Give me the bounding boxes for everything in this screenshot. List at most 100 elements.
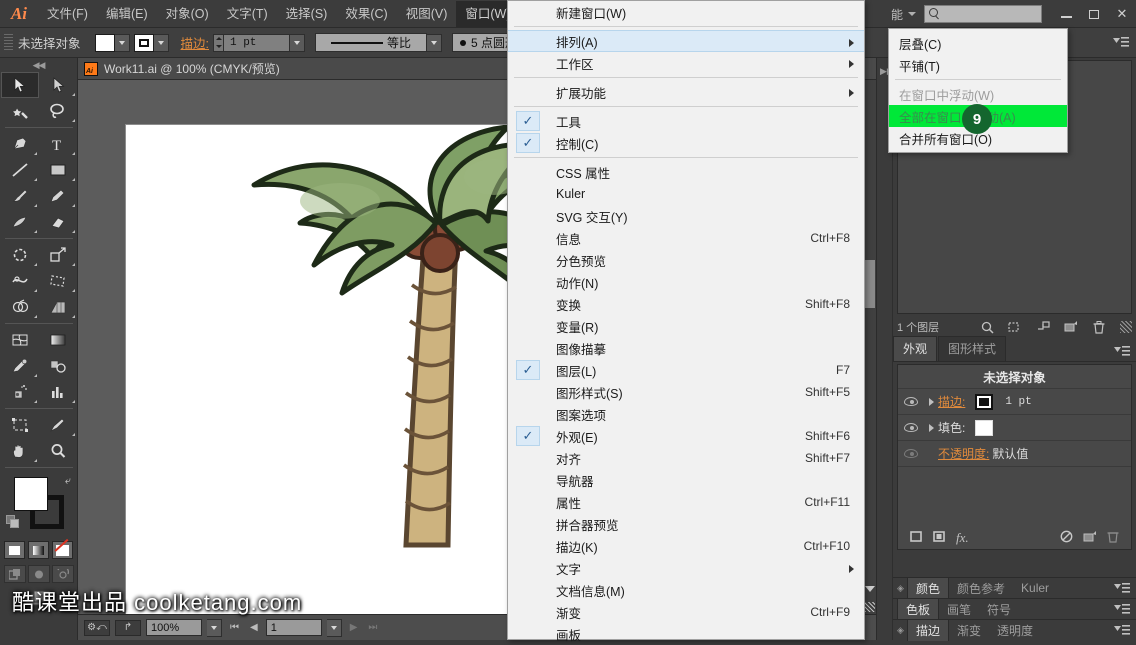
add-new-stroke-icon[interactable] [910, 530, 923, 546]
blend-tool[interactable] [39, 353, 77, 379]
menu-item-6[interactable]: CSS 属性 [508, 161, 864, 183]
pen-tool[interactable] [1, 131, 39, 157]
add-new-fill-icon[interactable] [933, 530, 946, 546]
zoom-dropdown-icon[interactable] [207, 618, 222, 637]
scrollbar-thumb[interactable] [864, 260, 875, 308]
pencil-tool[interactable] [39, 183, 77, 209]
stroke-swatch[interactable] [133, 33, 154, 52]
last-artboard-button[interactable]: ⏭ [365, 622, 380, 633]
artboard[interactable] [126, 125, 569, 614]
none-mode-button[interactable] [52, 541, 73, 559]
mesh-tool[interactable] [1, 327, 39, 353]
chevron-down-icon[interactable] [908, 12, 916, 16]
gradient-tool[interactable] [39, 327, 77, 353]
menu-item-16[interactable]: 图形样式(S) Shift+F5 [508, 381, 864, 403]
expand-stroke-icon[interactable] [924, 398, 938, 406]
menu-view[interactable]: 视图(V) [397, 1, 457, 27]
stroke-row-label[interactable]: 描边: [938, 393, 965, 410]
stroke-row-swatch[interactable] [975, 393, 994, 410]
rotate-tool[interactable] [1, 242, 39, 268]
menu-item-4[interactable]: ✓ 工具 [508, 110, 864, 132]
column-graph-tool[interactable] [39, 379, 77, 405]
first-artboard-button[interactable]: ⏮ [227, 622, 242, 633]
menu-edit[interactable]: 编辑(E) [97, 1, 157, 27]
fill-swatch-group[interactable] [94, 33, 130, 52]
prev-artboard-button[interactable]: ◀ [247, 622, 261, 633]
duplicate-item-icon[interactable] [1083, 530, 1097, 546]
share-icon[interactable]: ↱ [115, 619, 141, 636]
blob-brush-tool[interactable] [1, 209, 39, 235]
visibility-toggle-icon[interactable] [898, 397, 924, 406]
tab-appearance[interactable]: 外观 [893, 336, 938, 361]
scroll-down-icon[interactable] [865, 586, 875, 592]
menu-item-20[interactable]: 导航器 [508, 469, 864, 491]
default-fill-stroke-icon[interactable] [6, 515, 19, 528]
appearance-panel-menu-icon[interactable] [1114, 345, 1130, 360]
stroke-swatch-group[interactable] [133, 33, 169, 52]
opacity-row-label[interactable]: 不透明度: [938, 445, 989, 462]
stroke-weight-field[interactable]: 1 pt [224, 33, 290, 52]
menu-object[interactable]: 对象(O) [157, 1, 218, 27]
rectangle-tool[interactable] [39, 157, 77, 183]
panel-grip-icon[interactable]: ◈ [897, 625, 905, 636]
perspective-grid-tool[interactable] [39, 294, 77, 320]
control-bar-menu-icon[interactable] [1113, 36, 1129, 48]
next-artboard-button[interactable]: ▶ [347, 622, 361, 633]
clear-appearance-icon[interactable] [1060, 530, 1073, 546]
stroke-panel-menu-icon[interactable] [1114, 624, 1130, 639]
tab-graphic-styles[interactable]: 图形样式 [938, 336, 1007, 361]
delete-layer-icon[interactable] [1087, 319, 1111, 335]
panel-grip-icon[interactable]: ◈ [897, 583, 905, 594]
hand-tool[interactable] [1, 438, 39, 464]
menu-item-3[interactable]: 扩展功能 [508, 81, 864, 103]
swap-fill-stroke-icon[interactable]: ⤶ [65, 475, 71, 488]
stroke-label[interactable]: 描边: [181, 33, 209, 52]
preferences-icon[interactable]: ⚙⤺ [84, 619, 110, 636]
fill-dropdown-icon[interactable] [114, 33, 130, 52]
stroke-dropdown-icon[interactable] [153, 33, 169, 52]
fill-row-label[interactable]: 填色: [938, 419, 965, 436]
menu-item-23[interactable]: 描边(K) Ctrl+F10 [508, 535, 864, 557]
menu-item-2[interactable]: 工作区 [508, 52, 864, 74]
menu-item-7[interactable]: Kuler [508, 183, 864, 205]
arrange-submenu-item-0[interactable]: 层叠(C) [889, 32, 1067, 54]
fill-color-box[interactable] [14, 477, 48, 511]
panel-resize-grip[interactable] [1120, 321, 1132, 333]
menu-item-22[interactable]: 拼合器预览 [508, 513, 864, 535]
zoom-level-field[interactable]: 100% [146, 619, 202, 636]
menu-select[interactable]: 选择(S) [277, 1, 337, 27]
tab-symbols[interactable]: 符号 [979, 599, 1019, 620]
menu-effect[interactable]: 效果(C) [336, 1, 396, 27]
opacity-row-value[interactable]: 默认值 [992, 445, 1028, 462]
stroke-weight-dropdown-icon[interactable] [290, 33, 305, 52]
window-menu-dropdown[interactable]: 新建窗口(W) 排列(A) 工作区 扩展功能 ✓ 工具 ✓ 控制(C) CSS 属性 Kuler S… [507, 0, 865, 643]
expand-fill-icon[interactable] [924, 424, 938, 432]
workspace-label[interactable]: 能 [891, 6, 905, 23]
arrange-submenu[interactable]: 层叠(C) 平铺(T) 在窗口中浮动(W) 全部在窗口中浮动(A) 合并所有窗口(O) [888, 28, 1068, 153]
menu-file[interactable]: 文件(F) [38, 1, 97, 27]
line-segment-tool[interactable] [1, 157, 39, 183]
menu-item-26[interactable]: 渐变 Ctrl+F9 [508, 601, 864, 623]
scale-tool[interactable] [39, 242, 77, 268]
menu-item-25[interactable]: 文档信息(M) [508, 579, 864, 601]
profile-dropdown-icon[interactable] [427, 33, 442, 52]
new-layer-icon[interactable] [1059, 319, 1083, 335]
lasso-tool[interactable] [39, 98, 77, 124]
tab-brushes[interactable]: 画笔 [939, 599, 979, 620]
gradient-mode-button[interactable] [28, 541, 49, 559]
tab-stroke[interactable]: 描边 [907, 619, 950, 641]
fill-swatch[interactable] [94, 33, 115, 52]
draw-behind-button[interactable] [27, 565, 50, 583]
shape-builder-tool[interactable] [1, 294, 39, 320]
search-input[interactable] [924, 5, 1042, 23]
canvas-resize-grip[interactable] [865, 602, 875, 612]
menu-item-18[interactable]: ✓ 外观(E) Shift+F6 [508, 425, 864, 447]
menu-type[interactable]: 文字(T) [218, 1, 277, 27]
eraser-tool[interactable] [39, 209, 77, 235]
visibility-toggle-icon[interactable] [898, 449, 924, 458]
close-button[interactable]: ✕ [1108, 4, 1136, 24]
menu-item-13[interactable]: 变量(R) [508, 315, 864, 337]
menu-item-27[interactable]: 画板 [508, 623, 864, 645]
magic-wand-tool[interactable] [1, 98, 39, 124]
stroke-row-value[interactable]: 1 pt [1005, 396, 1031, 408]
